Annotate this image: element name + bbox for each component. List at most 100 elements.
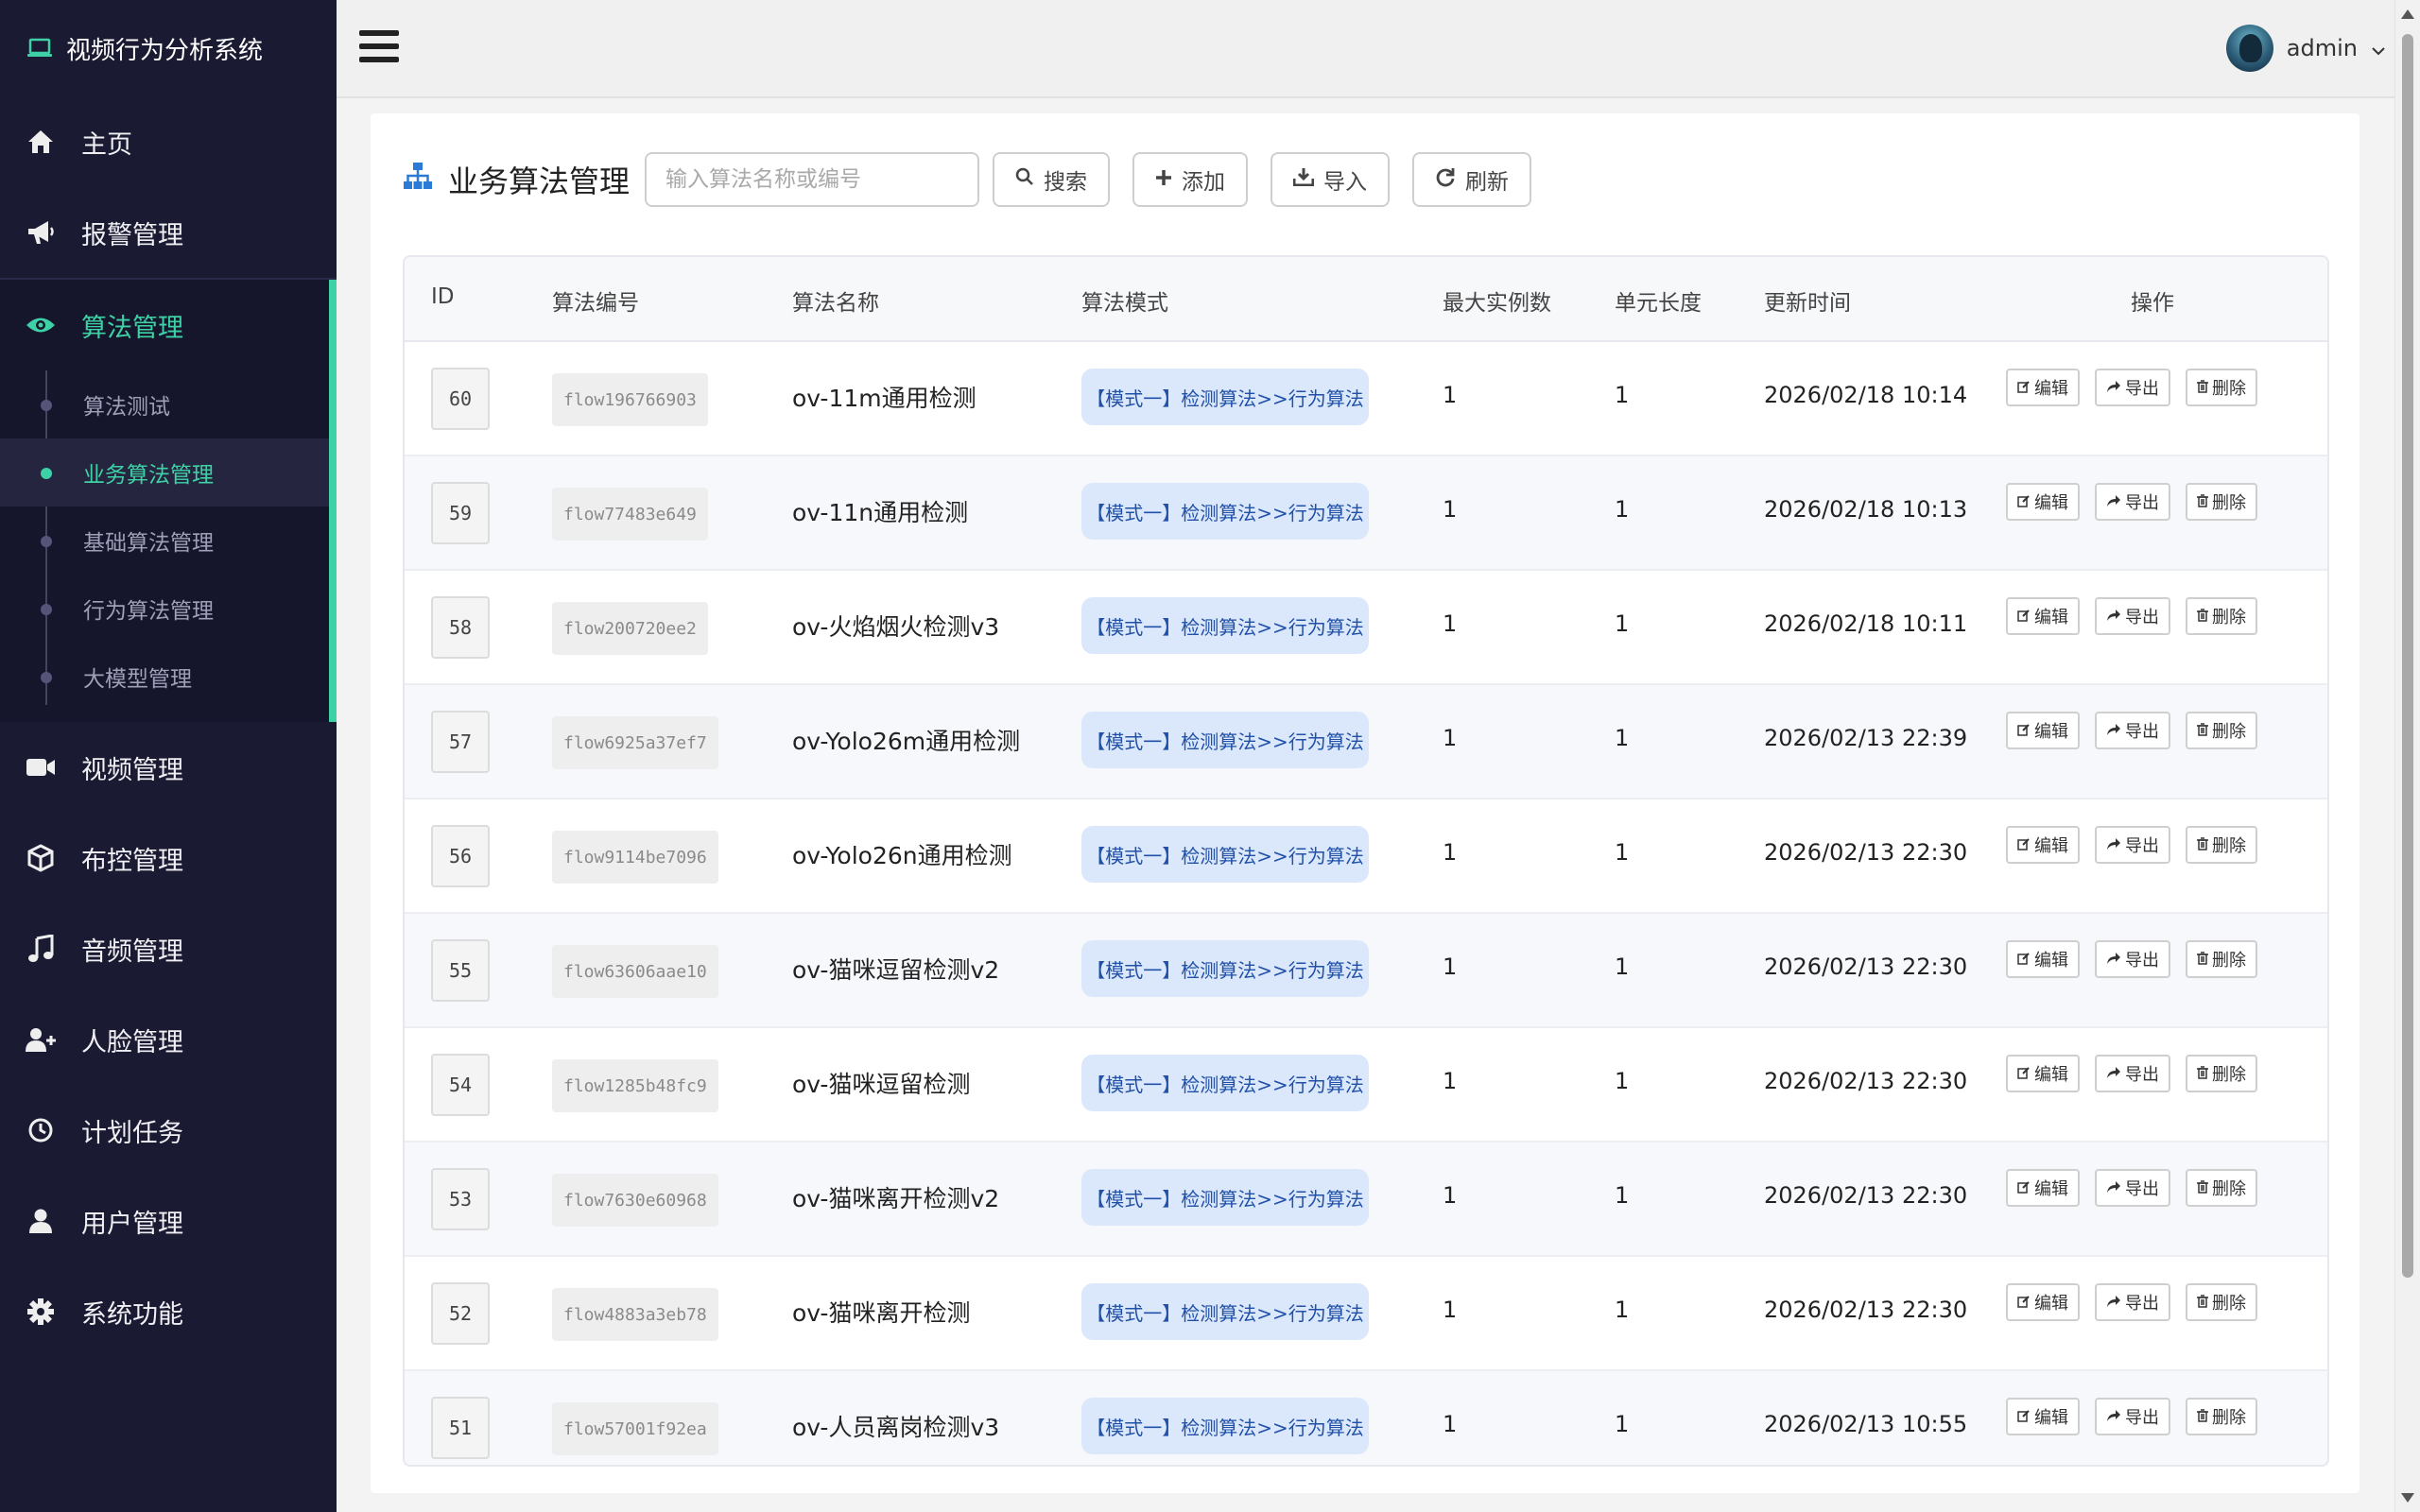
table-row: 55 flow63606aae10 ov-猫咪逗留检测v2 【模式一】检测算法>>行为… bbox=[405, 914, 2327, 1028]
sidebar-item-face[interactable]: 人脸管理 bbox=[0, 994, 337, 1085]
sidebar-item-audio[interactable]: 音频管理 bbox=[0, 903, 337, 994]
scroll-up-arrow-icon[interactable] bbox=[2401, 9, 2414, 19]
export-button[interactable]: 导出 bbox=[2095, 1283, 2170, 1321]
row-max-instances: 1 bbox=[1443, 1068, 1458, 1094]
edit-button[interactable]: 编辑 bbox=[2006, 940, 2080, 978]
edit-button[interactable]: 编辑 bbox=[2006, 1398, 2080, 1435]
menu-toggle-icon[interactable] bbox=[359, 30, 399, 64]
delete-button[interactable]: 删除 bbox=[2186, 369, 2257, 406]
sidebar-subitem-label: 行为算法管理 bbox=[83, 599, 214, 624]
laptop-icon bbox=[26, 38, 53, 59]
edit-icon bbox=[2017, 608, 2031, 626]
sidebar-item-label: 主页 bbox=[81, 129, 132, 160]
sidebar-item-label: 计划任务 bbox=[81, 1118, 183, 1148]
sidebar-item-video[interactable]: 视频管理 bbox=[0, 722, 337, 813]
scrollbar-thumb[interactable] bbox=[2402, 34, 2413, 1278]
sidebar-item-schedule[interactable]: 计划任务 bbox=[0, 1085, 337, 1176]
sidebar-item-alarm[interactable]: 报警管理 bbox=[0, 187, 337, 278]
sidebar-item-algorithm[interactable]: 算法管理 bbox=[0, 280, 337, 370]
toolbar: 业务算法管理 搜索 添加 导入 刷新 bbox=[403, 151, 1554, 208]
export-button[interactable]: 导出 bbox=[2095, 483, 2170, 521]
delete-button[interactable]: 删除 bbox=[2186, 1055, 2257, 1092]
share-icon bbox=[2106, 1408, 2121, 1426]
share-icon bbox=[2106, 493, 2121, 511]
row-unit-length: 1 bbox=[1615, 954, 1630, 980]
edit-button[interactable]: 编辑 bbox=[2006, 1055, 2080, 1092]
search-button[interactable]: 搜索 bbox=[993, 152, 1111, 207]
export-button[interactable]: 导出 bbox=[2095, 712, 2170, 749]
export-button[interactable]: 导出 bbox=[2095, 1169, 2170, 1207]
row-id: 60 bbox=[431, 368, 490, 430]
sidebar-item-home[interactable]: 主页 bbox=[0, 96, 337, 187]
row-update-time: 2026/02/13 22:30 bbox=[1764, 1068, 1968, 1094]
edit-button[interactable]: 编辑 bbox=[2006, 483, 2080, 521]
row-max-instances: 1 bbox=[1443, 1182, 1458, 1209]
refresh-icon bbox=[1435, 166, 1456, 193]
plus-icon bbox=[1155, 167, 1172, 192]
sidebar-subitem-base-algorithm[interactable]: 基础算法管理 bbox=[0, 507, 337, 575]
row-name: ov-猫咪逗留检测v2 bbox=[792, 956, 1000, 984]
refresh-button[interactable]: 刷新 bbox=[1412, 152, 1532, 207]
delete-button[interactable]: 删除 bbox=[2186, 1283, 2257, 1321]
row-actions: 编辑 导出 删除 bbox=[2006, 1169, 2257, 1207]
share-icon bbox=[2106, 951, 2121, 969]
delete-button[interactable]: 删除 bbox=[2186, 940, 2257, 978]
page-scrollbar[interactable] bbox=[2394, 0, 2420, 1512]
app-brand[interactable]: 视频行为分析系统 bbox=[0, 0, 337, 96]
row-unit-length: 1 bbox=[1615, 1297, 1630, 1323]
sidebar-item-deploy[interactable]: 布控管理 bbox=[0, 813, 337, 903]
delete-button[interactable]: 删除 bbox=[2186, 826, 2257, 864]
home-icon bbox=[25, 126, 57, 158]
search-input[interactable] bbox=[645, 152, 980, 207]
trash-icon bbox=[2197, 1179, 2208, 1197]
edit-button[interactable]: 编辑 bbox=[2006, 712, 2080, 749]
delete-button[interactable]: 删除 bbox=[2186, 712, 2257, 749]
sidebar-item-users[interactable]: 用户管理 bbox=[0, 1176, 337, 1266]
row-mode-badge: 【模式一】检测算法>>行为算法 bbox=[1081, 1169, 1369, 1226]
import-button-label: 导入 bbox=[1323, 170, 1368, 195]
sidebar-subitem-label: 业务算法管理 bbox=[83, 463, 214, 488]
export-button[interactable]: 导出 bbox=[2095, 597, 2170, 635]
sidebar-subitem-behavior-algorithm[interactable]: 行为算法管理 bbox=[0, 575, 337, 643]
sidebar-subitem-algorithm-test[interactable]: 算法测试 bbox=[0, 370, 337, 438]
row-name: ov-人员离岗检测v3 bbox=[792, 1414, 1000, 1441]
trash-icon bbox=[2197, 1408, 2208, 1426]
user-icon bbox=[25, 1205, 57, 1237]
scroll-down-arrow-icon[interactable] bbox=[2401, 1493, 2414, 1503]
sidebar-subitem-business-algorithm[interactable]: 业务算法管理 bbox=[0, 438, 337, 507]
trash-icon bbox=[2197, 493, 2208, 511]
edit-button[interactable]: 编辑 bbox=[2006, 1169, 2080, 1207]
row-update-time: 2026/02/18 10:13 bbox=[1764, 496, 1968, 523]
row-mode-badge: 【模式一】检测算法>>行为算法 bbox=[1081, 1283, 1369, 1340]
delete-button[interactable]: 删除 bbox=[2186, 1169, 2257, 1207]
row-unit-length: 1 bbox=[1615, 496, 1630, 523]
table-row: 58 flow200720ee2 ov-火焰烟火检测v3 【模式一】检测算法>>行为算… bbox=[405, 571, 2327, 685]
edit-button[interactable]: 编辑 bbox=[2006, 1283, 2080, 1321]
edit-icon bbox=[2017, 722, 2031, 740]
delete-button[interactable]: 删除 bbox=[2186, 1398, 2257, 1435]
sidebar-item-system[interactable]: 系统功能 bbox=[0, 1266, 337, 1357]
edit-button-label: 编辑 bbox=[2034, 379, 2068, 399]
export-button[interactable]: 导出 bbox=[2095, 826, 2170, 864]
row-id: 56 bbox=[431, 825, 490, 887]
add-button[interactable]: 添加 bbox=[1132, 152, 1249, 207]
edit-button[interactable]: 编辑 bbox=[2006, 826, 2080, 864]
sidebar-subitem-large-model[interactable]: 大模型管理 bbox=[0, 643, 337, 711]
export-button[interactable]: 导出 bbox=[2095, 1398, 2170, 1435]
export-button[interactable]: 导出 bbox=[2095, 369, 2170, 406]
edit-button[interactable]: 编辑 bbox=[2006, 597, 2080, 635]
search-button-label: 搜索 bbox=[1044, 170, 1088, 195]
column-header-id: ID bbox=[431, 284, 455, 309]
row-unit-length: 1 bbox=[1615, 1182, 1630, 1209]
export-button[interactable]: 导出 bbox=[2095, 940, 2170, 978]
edit-button-label: 编辑 bbox=[2034, 608, 2068, 627]
export-button[interactable]: 导出 bbox=[2095, 1055, 2170, 1092]
chevron-down-icon bbox=[2371, 35, 2386, 61]
row-code: flow6925a37ef7 bbox=[552, 716, 718, 769]
import-button[interactable]: 导入 bbox=[1270, 152, 1391, 207]
delete-button[interactable]: 删除 bbox=[2186, 597, 2257, 635]
user-menu[interactable]: admin bbox=[2225, 25, 2386, 72]
edit-button[interactable]: 编辑 bbox=[2006, 369, 2080, 406]
delete-button[interactable]: 删除 bbox=[2186, 483, 2257, 521]
share-icon bbox=[2106, 379, 2121, 397]
